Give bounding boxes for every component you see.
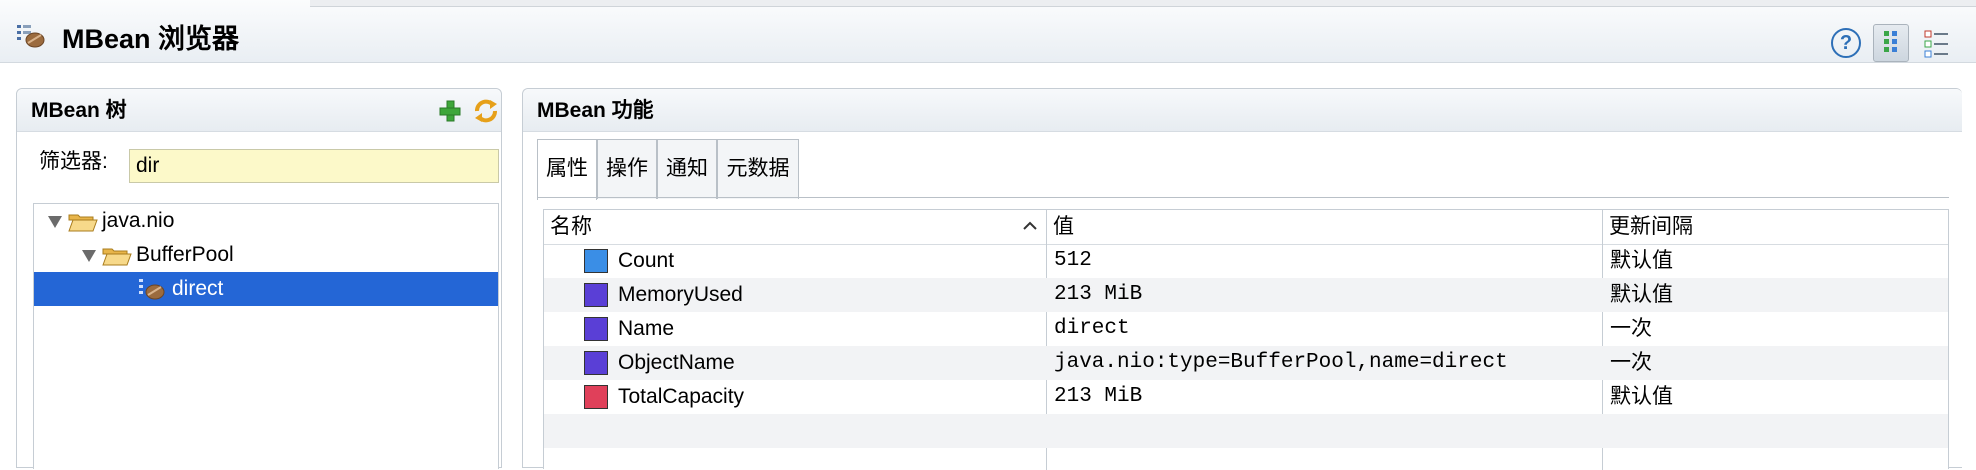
tree-node-label: BufferPool [136,243,234,266]
column-header-interval[interactable]: 更新间隔 [1603,210,1948,245]
attribute-name: MemoryUsed [618,283,743,306]
table-row[interactable]: TotalCapacity 213 MiB 默认值 [544,380,1948,414]
expand-arrow-icon[interactable] [82,250,96,262]
filter-input[interactable] [129,149,499,183]
tab-attributes[interactable]: 属性 [537,139,597,200]
tab-notifications[interactable]: 通知 [657,139,717,199]
table-row[interactable]: ObjectName java.nio:type=BufferPool,name… [544,346,1948,380]
attribute-view-toggle-button[interactable] [1873,24,1909,62]
table-row[interactable]: MemoryUsed 213 MiB 默认值 [544,278,1948,312]
app-title: MBean 浏览器 [62,24,240,54]
attribute-interval: 默认值 [1610,385,1673,408]
attribute-color-swatch[interactable] [584,317,608,341]
attribute-name: Count [618,249,675,272]
refresh-icon[interactable] [472,97,500,125]
tree-node-bufferpool[interactable]: BufferPool [34,238,498,272]
open-folder-icon [68,214,98,232]
tab-metadata[interactable]: 元数据 [717,139,799,199]
attribute-interval: 默认值 [1610,249,1673,272]
tab-divider [537,197,1949,198]
expand-arrow-icon[interactable] [48,216,62,228]
column-header-label: 名称 [550,215,592,238]
column-header-value[interactable]: 值 [1047,210,1602,245]
mbean-icon [139,279,165,300]
tree-node-java-nio[interactable]: java.nio [34,204,498,238]
open-folder-icon [102,248,132,266]
list-view-toggle-button[interactable] [1919,24,1955,62]
tab-operations[interactable]: 操作 [597,139,657,199]
attribute-value: direct [1054,317,1130,340]
mbean-browser-icon [16,23,46,51]
add-icon[interactable] [437,98,463,124]
attribute-color-swatch[interactable] [584,283,608,307]
attribute-value: 213 MiB [1054,283,1143,306]
tree-node-direct[interactable]: direct [34,272,498,306]
attributes-table: 名称 值 更新间隔 Count 512 默认值 MemoryUsed 213 M… [543,209,1949,470]
attribute-name: TotalCapacity [618,385,745,408]
attribute-name: ObjectName [618,351,735,374]
title-bar [0,0,1976,63]
column-header-label: 更新间隔 [1609,215,1693,238]
attribute-color-swatch[interactable] [584,385,608,409]
attribute-interval: 默认值 [1610,283,1673,306]
tree-node-label: java.nio [102,209,175,232]
table-row[interactable]: Count 512 默认值 [544,244,1948,278]
mbean-features-header: MBean 功能 [523,89,1962,132]
mbean-features-panel: MBean 功能 属性 操作 通知 元数据 名称 值 更新间隔 Count 51… [522,88,1962,470]
mbean-tree-title: MBean 树 [31,99,127,122]
attribute-name: Name [618,317,675,340]
mbean-tree[interactable]: java.nio BufferPool direct [33,203,499,469]
help-button[interactable]: ? [1831,28,1861,58]
mbean-features-title: MBean 功能 [537,99,654,122]
tree-node-label: direct [172,277,224,300]
attribute-value: 213 MiB [1054,385,1143,408]
table-row-empty [544,414,1948,448]
sort-ascending-icon [1023,221,1037,230]
table-row[interactable]: Name direct 一次 [544,312,1948,346]
attribute-color-swatch[interactable] [584,351,608,375]
top-strip [310,0,1976,7]
filter-label: 筛选器: [39,150,108,173]
attribute-interval: 一次 [1610,351,1652,374]
mbean-tree-panel: MBean 树 筛选器: java.nio [16,88,502,469]
column-header-label: 值 [1053,215,1074,238]
attribute-interval: 一次 [1610,317,1652,340]
column-header-name[interactable]: 名称 [544,210,1046,245]
mbean-tree-header: MBean 树 [17,89,501,132]
attribute-color-swatch[interactable] [584,249,608,273]
attribute-value: 512 [1054,249,1092,272]
attribute-value: java.nio:type=BufferPool,name=direct [1054,351,1508,374]
